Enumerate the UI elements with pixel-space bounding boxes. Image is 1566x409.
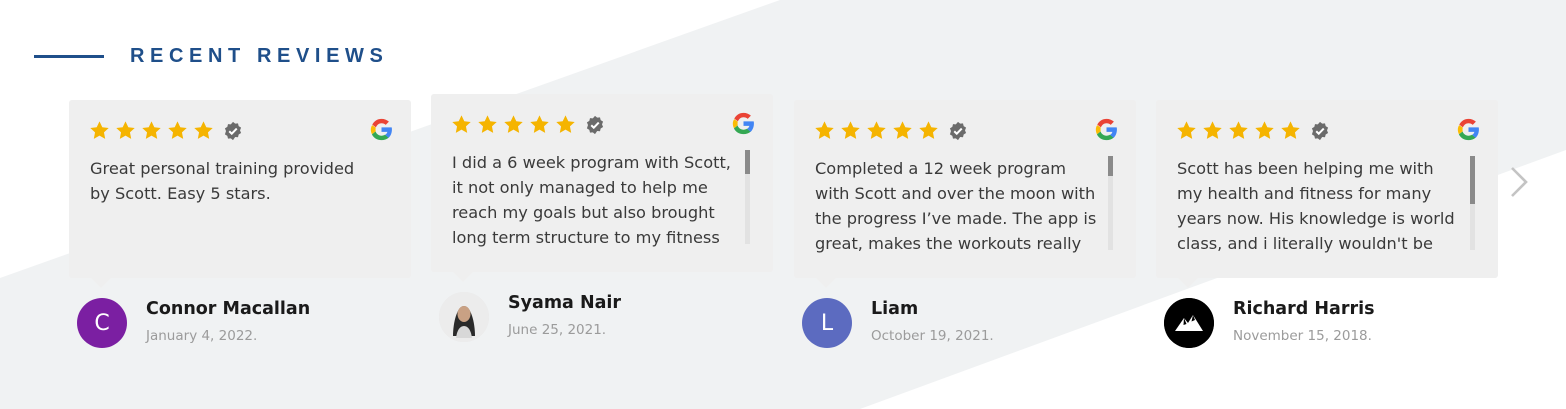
star-rating: [89, 120, 243, 141]
section-header: RECENT REVIEWS: [34, 42, 388, 70]
star-icon: [841, 121, 860, 139]
review-author: Syama Nair June 25, 2021.: [439, 292, 769, 344]
author-name[interactable]: Richard Harris: [1233, 299, 1375, 319]
review-date: November 15, 2018.: [1233, 328, 1372, 344]
review-date: January 4, 2022.: [146, 328, 258, 344]
author-name[interactable]: Connor Macallan: [146, 299, 310, 319]
star-icon: [116, 121, 135, 139]
google-icon: [732, 112, 754, 135]
review-author: L Liam October 19, 2021.: [802, 298, 1132, 350]
author-name[interactable]: Liam: [871, 299, 918, 319]
star-icon: [168, 121, 187, 139]
verified-badge-icon: [224, 121, 242, 140]
author-name[interactable]: Syama Nair: [508, 293, 621, 313]
star-icon: [90, 121, 109, 139]
star-icon: [452, 115, 471, 133]
star-icon: [194, 121, 213, 139]
review-bubble: I did a 6 week program with Scott, it no…: [431, 94, 773, 282]
scrollbar-thumb[interactable]: [1470, 156, 1475, 204]
review-bubble: Great personal training provided by Scot…: [69, 100, 411, 288]
star-icon: [142, 121, 161, 139]
person-photo-icon: [439, 292, 489, 342]
section-title: RECENT REVIEWS: [130, 44, 389, 67]
review-bubble: Completed a 12 week program with Scott a…: [794, 100, 1136, 288]
review-date: October 19, 2021.: [871, 328, 994, 344]
header-accent-line: [34, 54, 104, 58]
star-icon: [1177, 121, 1196, 139]
review-author: C Connor Macallan January 4, 2022.: [77, 298, 407, 350]
star-icon: [504, 115, 523, 133]
avatar: [1164, 298, 1214, 348]
star-icon: [530, 115, 549, 133]
star-icon: [556, 115, 575, 133]
google-icon: [1457, 118, 1479, 141]
avatar: L: [802, 298, 852, 348]
star-icon: [867, 121, 886, 139]
star-icon: [1255, 121, 1274, 139]
review-text: Scott has been helping me with my health…: [1177, 159, 1455, 253]
review-date: June 25, 2021.: [508, 322, 607, 338]
avatar: [439, 292, 489, 342]
star-icon: [1229, 121, 1248, 139]
review-scrollbar[interactable]: [1108, 156, 1113, 250]
review-scrollbar[interactable]: [745, 150, 750, 244]
review-text: I did a 6 week program with Scott, it no…: [452, 153, 731, 247]
scrollbar-thumb[interactable]: [745, 150, 750, 174]
star-icon: [893, 121, 912, 139]
scrollbar-thumb[interactable]: [1108, 156, 1113, 176]
star-icon: [815, 121, 834, 139]
verified-badge-icon: [949, 121, 967, 140]
review-scrollbar[interactable]: [1470, 156, 1475, 250]
star-rating: [1176, 120, 1330, 141]
chevron-right-icon[interactable]: [1508, 165, 1530, 199]
google-icon: [1095, 118, 1117, 141]
review-bubble: Scott has been helping me with my health…: [1156, 100, 1498, 288]
star-rating: [451, 114, 605, 135]
google-icon: [370, 118, 392, 141]
star-icon: [919, 121, 938, 139]
review-text: Great personal training provided by Scot…: [90, 159, 355, 203]
star-rating: [814, 120, 968, 141]
star-icon: [478, 115, 497, 133]
review-author: Richard Harris November 15, 2018.: [1164, 298, 1494, 350]
review-text: Completed a 12 week program with Scott a…: [815, 159, 1097, 253]
verified-badge-icon: [586, 115, 604, 134]
star-icon: [1281, 121, 1300, 139]
avatar: C: [77, 298, 127, 348]
star-icon: [1203, 121, 1222, 139]
verified-badge-icon: [1311, 121, 1329, 140]
mountain-logo-icon: [1164, 298, 1214, 348]
